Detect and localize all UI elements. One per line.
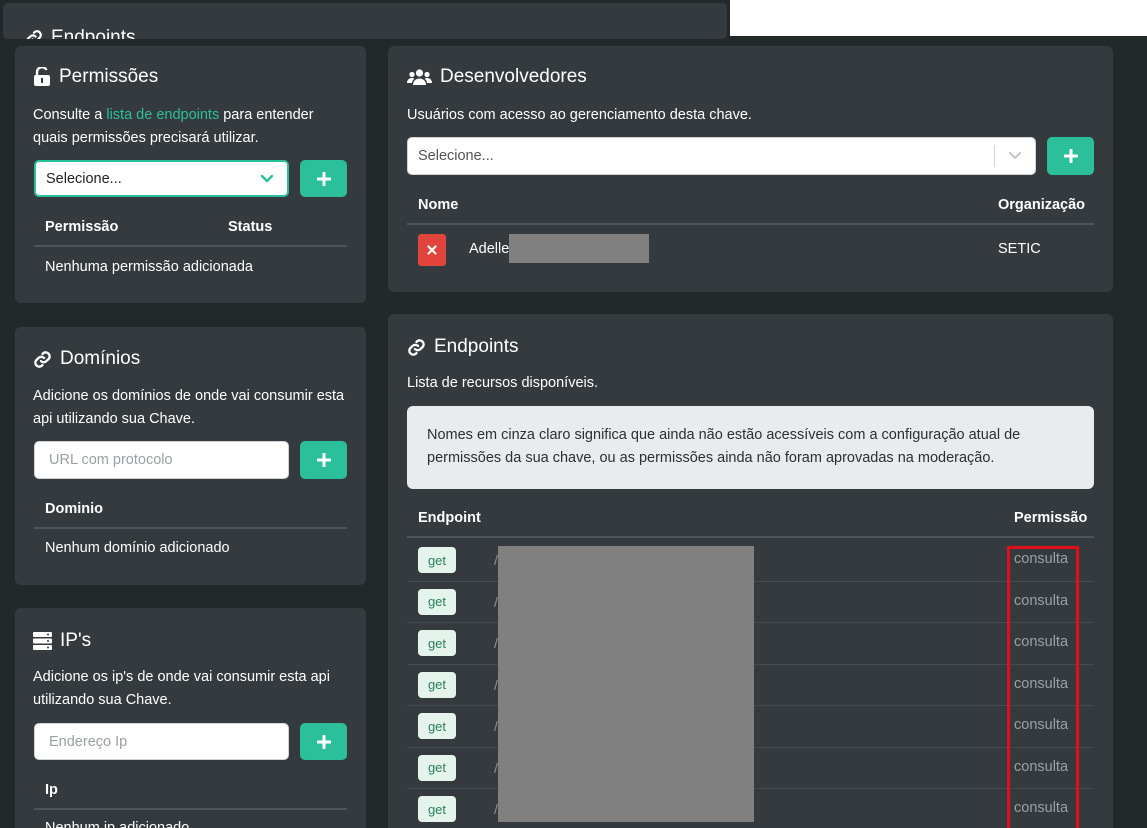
permission-select-value: Selecione... bbox=[46, 170, 122, 187]
method-badge: get bbox=[418, 588, 456, 615]
close-icon bbox=[427, 245, 437, 255]
plus-icon bbox=[316, 453, 331, 467]
column-status: Status bbox=[228, 219, 273, 235]
desenvolvedores-description: Usuários com acesso ao gerenciamento des… bbox=[407, 107, 752, 123]
column-dominio: Dominio bbox=[45, 501, 103, 517]
ips-title: IP's bbox=[33, 630, 91, 652]
endpoints-list-link[interactable]: lista de endpoints bbox=[106, 107, 219, 123]
permission-highlight-box bbox=[1007, 546, 1079, 828]
link-icon bbox=[34, 350, 51, 368]
users-icon bbox=[407, 69, 432, 85]
dominios-title: Domínios bbox=[33, 348, 140, 370]
method-badge: get bbox=[418, 754, 456, 781]
redacted-block bbox=[509, 234, 649, 263]
table-header-divider bbox=[407, 223, 1094, 225]
developer-name: Adelle bbox=[469, 241, 510, 257]
empty-ips-text: Nenhum ip adicionado bbox=[45, 820, 190, 828]
permissoes-title: Permissões bbox=[33, 66, 158, 88]
developer-select[interactable]: Selecione... bbox=[407, 137, 1036, 175]
top-card-title: Endpoints bbox=[25, 27, 136, 39]
method-badge: get bbox=[418, 671, 456, 698]
empty-permissions-text: Nenhuma permissão adicionada bbox=[45, 259, 253, 275]
table-header-divider bbox=[407, 536, 1094, 538]
permission-select[interactable]: Selecione... bbox=[34, 160, 289, 197]
plus-icon bbox=[316, 734, 331, 749]
method-badge: get bbox=[418, 796, 456, 822]
column-permissao: Permissão bbox=[45, 219, 119, 235]
ips-description: Adicione os ip's de onde vai consumir es… bbox=[33, 669, 330, 708]
add-domain-button[interactable] bbox=[300, 441, 347, 479]
table-header-divider bbox=[34, 527, 347, 529]
chevron-down-icon[interactable] bbox=[995, 138, 1035, 174]
method-badge: get bbox=[418, 630, 456, 656]
column-nome: Nome bbox=[418, 197, 459, 213]
chevron-down-icon[interactable] bbox=[247, 162, 287, 195]
column-endpoint: Endpoint bbox=[418, 510, 481, 526]
permissoes-description: Consulte a lista de endpoints para enten… bbox=[33, 107, 314, 146]
developer-select-value: Selecione... bbox=[418, 148, 494, 164]
method-badge: get bbox=[418, 713, 456, 739]
column-permissao: Permissão bbox=[1014, 510, 1088, 526]
column-organizacao: Organização bbox=[998, 197, 1086, 213]
plus-icon bbox=[316, 171, 331, 186]
unlock-icon bbox=[34, 67, 50, 86]
table-header-divider bbox=[34, 245, 347, 247]
developer-organization: SETIC bbox=[998, 241, 1041, 257]
column-ip: Ip bbox=[45, 782, 58, 798]
desenvolvedores-title: Desenvolvedores bbox=[407, 66, 587, 88]
plus-icon bbox=[1063, 149, 1078, 163]
server-icon bbox=[33, 632, 52, 650]
ip-address-input[interactable]: Endereço Ip bbox=[34, 723, 289, 760]
domain-url-input[interactable]: URL com protocolo bbox=[34, 441, 289, 479]
dominios-description: Adicione os domínios de onde vai consumi… bbox=[33, 388, 345, 427]
table-header-divider bbox=[34, 808, 347, 810]
redacted-block bbox=[498, 546, 754, 822]
top-card: Endpoints bbox=[3, 3, 727, 39]
empty-domains-text: Nenhum domínio adicionado bbox=[45, 540, 230, 556]
endpoints-title: Endpoints bbox=[407, 336, 519, 358]
link-icon bbox=[408, 338, 425, 356]
white-area bbox=[730, 0, 1147, 36]
add-ip-button[interactable] bbox=[300, 723, 347, 760]
remove-developer-button[interactable] bbox=[418, 234, 446, 266]
add-permission-button[interactable] bbox=[300, 160, 347, 197]
link-icon bbox=[26, 30, 42, 39]
endpoints-description: Lista de recursos disponíveis. bbox=[407, 375, 599, 391]
info-alert: Nomes em cinza claro significa que ainda… bbox=[407, 406, 1094, 489]
add-developer-button[interactable] bbox=[1047, 137, 1094, 175]
method-badge: get bbox=[418, 547, 456, 573]
